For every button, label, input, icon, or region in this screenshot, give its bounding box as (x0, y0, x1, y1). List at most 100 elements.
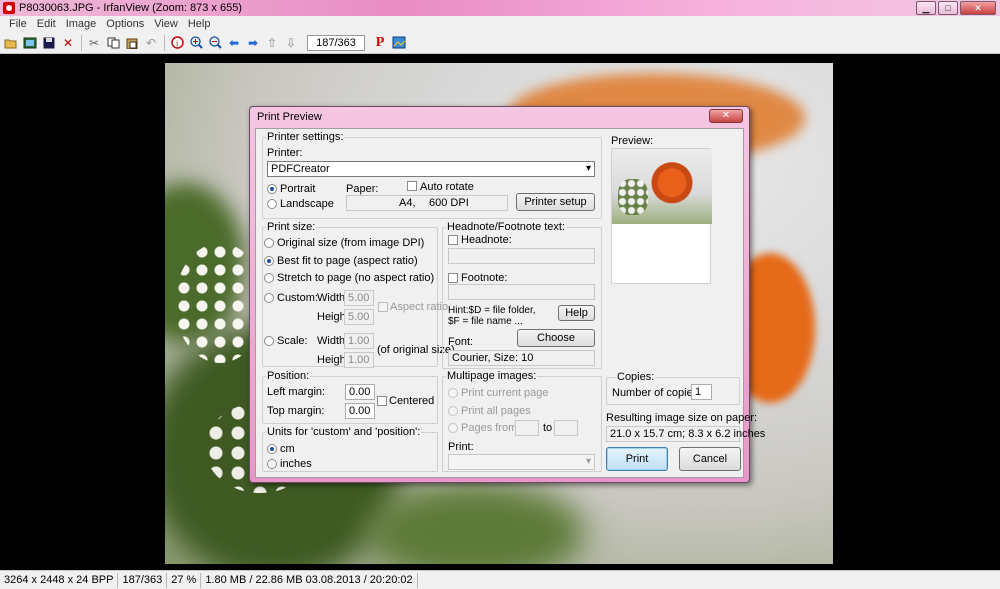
best-fit-label: Best fit to page (aspect ratio) (277, 255, 418, 267)
menu-options[interactable]: Options (101, 18, 149, 30)
stretch-radio[interactable] (264, 273, 274, 283)
printer-select[interactable]: PDFCreator (267, 161, 595, 177)
window-title: P8030063.JPG - IrfanView (Zoom: 873 x 65… (19, 2, 242, 14)
cancel-button[interactable]: Cancel (679, 447, 741, 471)
info-icon[interactable]: i (168, 34, 186, 52)
next-icon[interactable]: ➡ (244, 34, 262, 52)
status-filesize: 1.80 MB / 22.86 MB 03.08.2013 / 20:20:02 (201, 572, 418, 588)
headnote-input[interactable] (448, 248, 595, 264)
font-value-field: Courier, Size: 10 (448, 350, 595, 366)
hint-line-1: Hint:$D = file folder, (448, 305, 536, 316)
menu-edit[interactable]: Edit (32, 18, 61, 30)
irfanview-app-icon (3, 2, 15, 14)
scale-radio[interactable] (264, 336, 274, 346)
previous-icon[interactable]: ⬅ (225, 34, 243, 52)
print-icon[interactable]: P (371, 34, 389, 52)
pages-from-radio[interactable] (448, 423, 458, 433)
paper-value-field: A4, 600 DPI (346, 195, 508, 211)
dialog-close-button[interactable]: ✕ (709, 109, 743, 123)
copy-icon[interactable] (104, 34, 122, 52)
slideshow-icon[interactable] (21, 34, 39, 52)
undo-icon[interactable]: ↶ (142, 34, 160, 52)
scale-width-input[interactable]: 1.00 (344, 333, 374, 349)
best-fit-radio[interactable] (264, 256, 274, 266)
print-current-page-label: Print current page (461, 387, 549, 399)
menu-image[interactable]: Image (61, 18, 102, 30)
custom-width-input[interactable]: 5.00 (344, 290, 374, 306)
status-bar: 3264 x 2448 x 24 BPP 187/363 27 % 1.80 M… (0, 570, 1000, 589)
footnote-input[interactable] (448, 284, 595, 300)
original-size-label: Original size (from image DPI) (277, 237, 425, 249)
hint-line-2: $F = file name ... (448, 316, 523, 327)
choose-font-button[interactable]: Choose (517, 329, 595, 347)
paste-icon[interactable] (123, 34, 141, 52)
window-titlebar: P8030063.JPG - IrfanView (Zoom: 873 x 65… (0, 0, 1000, 16)
printer-setup-button[interactable]: Printer setup (516, 193, 595, 211)
print-size-title: Print size: (266, 221, 317, 233)
save-icon[interactable] (40, 34, 58, 52)
stretch-label: Stretch to page (no aspect ratio) (277, 272, 435, 284)
number-of-copies-label: Number of copies: (612, 387, 702, 399)
custom-radio[interactable] (264, 293, 274, 303)
print-label: Print: (448, 441, 474, 453)
aspect-ratio-checkbox[interactable] (378, 302, 388, 312)
toolbar-separator (81, 34, 82, 51)
print-current-page-radio[interactable] (448, 388, 458, 398)
copies-title: Copies: (616, 371, 656, 383)
menu-help[interactable]: Help (183, 18, 216, 30)
paper-size-value: A4, (399, 197, 416, 209)
dialog-body: Printer settings: Printer: PDFCreator Po… (255, 128, 765, 478)
delete-icon[interactable]: ✕ (59, 34, 77, 52)
first-icon[interactable]: ⇧ (263, 34, 281, 52)
left-margin-input[interactable]: 0.00 (345, 384, 375, 400)
print-button[interactable]: Print (606, 447, 668, 471)
multipage-title: Multipage images: (446, 370, 538, 382)
auto-rotate-checkbox[interactable] (407, 181, 417, 191)
paper-label: Paper: (346, 183, 379, 195)
paper-dpi-value: 600 DPI (429, 197, 469, 209)
number-of-copies-input[interactable]: 1 (691, 384, 712, 400)
toolbar-separator (164, 34, 165, 51)
inches-radio[interactable] (267, 459, 277, 469)
centered-label: Centered (389, 395, 435, 407)
print-preview-thumbnail (611, 148, 712, 284)
font-label: Font: (448, 336, 474, 348)
cut-icon[interactable]: ✂ (85, 34, 103, 52)
paint-icon[interactable] (390, 34, 408, 52)
maximize-button[interactable]: □ (938, 1, 958, 15)
pages-to-input[interactable] (554, 420, 578, 436)
footnote-label: Footnote: (461, 272, 508, 284)
zoom-out-icon[interactable] (206, 34, 224, 52)
centered-checkbox[interactable] (377, 396, 387, 406)
scale-label: Scale: (277, 335, 308, 347)
preview-image (612, 149, 712, 224)
print-select[interactable] (448, 454, 595, 470)
print-all-pages-radio[interactable] (448, 406, 458, 416)
footnote-checkbox[interactable] (448, 273, 458, 283)
units-title: Units for 'custom' and 'position': (266, 426, 422, 438)
close-window-button[interactable]: ✕ (960, 1, 996, 15)
page-counter[interactable]: 187/363 (307, 34, 365, 51)
open-icon[interactable] (2, 34, 20, 52)
custom-label: Custom: (277, 292, 318, 304)
window-controls: ▁ □ ✕ (916, 1, 996, 15)
print-preview-dialog: Print Preview ✕ Printer settings: Printe… (249, 106, 765, 483)
printer-label: Printer: (267, 147, 303, 159)
pages-from-input[interactable] (515, 420, 539, 436)
pages-from-label: Pages from: (461, 422, 521, 434)
minimize-button[interactable]: ▁ (916, 1, 936, 15)
top-margin-input[interactable]: 0.00 (345, 403, 375, 419)
menu-view[interactable]: View (149, 18, 183, 30)
last-icon[interactable]: ⇩ (282, 34, 300, 52)
custom-height-input[interactable]: 5.00 (344, 309, 374, 325)
landscape-radio[interactable] (267, 199, 277, 209)
cm-radio[interactable] (267, 444, 277, 454)
headnote-checkbox[interactable] (448, 235, 458, 245)
zoom-in-icon[interactable] (187, 34, 205, 52)
status-index: 187/363 (118, 572, 168, 588)
original-size-radio[interactable] (264, 238, 274, 248)
portrait-radio[interactable] (267, 184, 277, 194)
menu-file[interactable]: File (4, 18, 32, 30)
scale-height-input[interactable]: 1.00 (344, 352, 374, 368)
help-button[interactable]: Help (558, 305, 595, 321)
